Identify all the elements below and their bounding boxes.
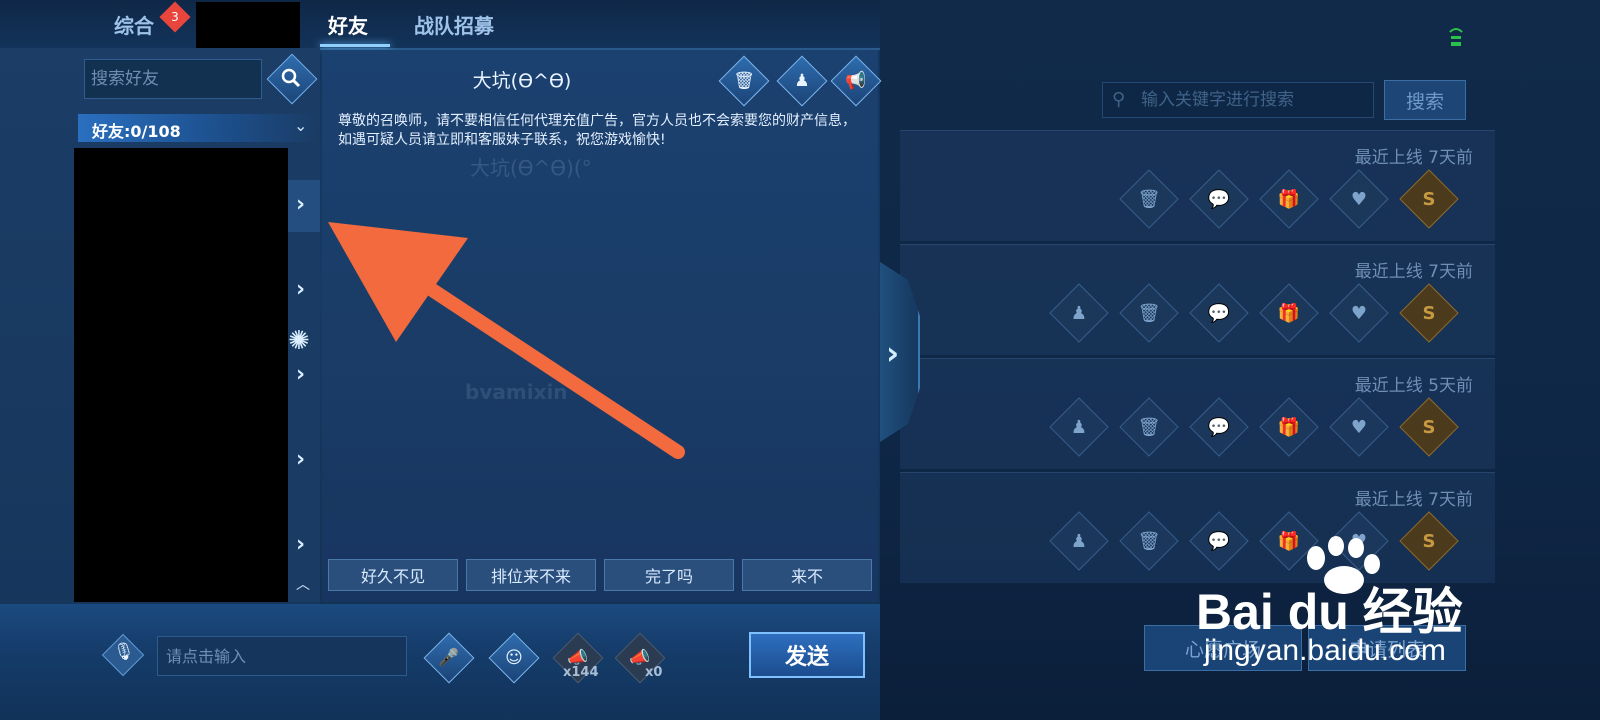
wifi-icon xyxy=(1449,28,1463,46)
trash-icon: 🗑 xyxy=(1137,302,1161,324)
ornament-icon: ✺ xyxy=(288,326,310,356)
friend-row: 最近上线 7天前 xyxy=(900,244,1495,355)
chat-bubble-icon: 💬 xyxy=(1207,416,1231,438)
chat-bubble-icon: 💬 xyxy=(1207,302,1231,324)
tab-team-recruit[interactable]: 战队招募 xyxy=(414,10,494,39)
chevron-up-icon[interactable]: ︿ xyxy=(296,574,310,594)
magnifier-icon xyxy=(281,68,301,88)
horn-count: x144 xyxy=(563,665,599,680)
coin-icon: S xyxy=(1422,302,1436,324)
chevron-right-icon[interactable]: › xyxy=(296,277,305,302)
add-friend-icon: ♟ xyxy=(1070,302,1088,324)
microphone-off-icon: 🎙 xyxy=(113,642,135,662)
heart-card-icon: ♥ xyxy=(1350,302,1368,324)
keyword-search-input[interactable] xyxy=(1103,83,1373,117)
redacted-tab xyxy=(196,2,300,48)
quick-reply-button[interactable]: 好久不见 xyxy=(328,559,458,591)
last-online-label: 最近上线 7天前 xyxy=(1354,490,1473,510)
active-tab-indicator xyxy=(320,44,390,47)
friend-row: 最近上线 5天前 xyxy=(900,358,1495,469)
gift-icon: 🎁 xyxy=(1277,302,1301,324)
chevron-right-icon: › xyxy=(886,334,900,372)
trash-icon: 🗑 xyxy=(733,71,755,91)
tab-friends[interactable]: 好友 xyxy=(328,10,368,39)
chat-bubble-icon: 💬 xyxy=(1207,188,1231,210)
speaker-icon: 📢 xyxy=(845,71,867,91)
last-online-label: 最近上线 5天前 xyxy=(1354,376,1473,396)
keyword-search-button[interactable]: 搜索 xyxy=(1384,80,1466,120)
heart-card-icon: ♥ xyxy=(1350,416,1368,438)
chevron-right-icon[interactable]: › xyxy=(296,447,305,472)
baidu-jingyan-watermark: Bai du 经验 jingyan.baidu.com xyxy=(1196,536,1496,686)
big-horn-count: x0 xyxy=(645,665,663,680)
chat-partner-name: 大坑(ϴ^ϴ) xyxy=(472,70,572,92)
quick-reply-button[interactable]: 排位来不来 xyxy=(466,559,596,591)
watermark-url: jingyan.baidu.com xyxy=(1204,634,1446,667)
safety-notice: 尊敬的召唤师，请不要相信任何代理充值广告，官方人员也不会索要您的财产信息，如遇可… xyxy=(338,113,856,148)
trash-icon: 🗑 xyxy=(1137,530,1161,552)
redacted-friend-list xyxy=(74,148,288,602)
friend-search-field[interactable] xyxy=(84,59,262,99)
heart-card-icon: ♥ xyxy=(1350,188,1368,210)
friend-search-input[interactable] xyxy=(85,60,261,98)
coin-icon: S xyxy=(1422,416,1436,438)
add-friend-icon: ♟ xyxy=(1070,530,1088,552)
smiley-icon: ☺ xyxy=(505,648,523,668)
add-friend-icon: ♟ xyxy=(1070,416,1088,438)
message-input[interactable] xyxy=(158,637,406,675)
chevron-right-icon[interactable]: › xyxy=(296,362,305,387)
message-field[interactable] xyxy=(157,636,407,676)
faded-chat-text: bvamixin xyxy=(465,380,568,404)
gift-icon: 🎁 xyxy=(1277,188,1301,210)
friend-count-label: 好友:0/108 xyxy=(92,122,181,141)
gift-icon: 🎁 xyxy=(1277,416,1301,438)
trash-icon: 🗑 xyxy=(1137,188,1161,210)
tab-general[interactable]: 综合 xyxy=(114,10,154,39)
microphone-icon: 🎤 xyxy=(438,648,460,668)
quick-reply-button[interactable]: 来不 xyxy=(742,559,872,591)
coin-icon: S xyxy=(1422,188,1436,210)
last-online-label: 最近上线 7天前 xyxy=(1354,148,1473,168)
last-online-label: 最近上线 7天前 xyxy=(1354,262,1473,282)
penguin-icon: ♟ xyxy=(794,71,810,91)
keyword-search-field[interactable] xyxy=(1102,82,1374,118)
faded-chat-text: 大坑(ϴ^ϴ)(° xyxy=(470,156,592,180)
search-icon: ⚲ xyxy=(1112,89,1126,110)
chevron-right-icon[interactable]: › xyxy=(296,532,305,557)
chevron-right-icon[interactable]: › xyxy=(296,192,305,217)
friend-row: 最近上线 7天前 xyxy=(900,130,1495,241)
notification-badge-count: 3 xyxy=(171,10,179,24)
trash-icon: 🗑 xyxy=(1137,416,1161,438)
chevron-down-icon[interactable]: ⌄ xyxy=(294,116,307,135)
send-button[interactable]: 发送 xyxy=(749,632,865,678)
quick-reply-button[interactable]: 完了吗 xyxy=(604,559,734,591)
